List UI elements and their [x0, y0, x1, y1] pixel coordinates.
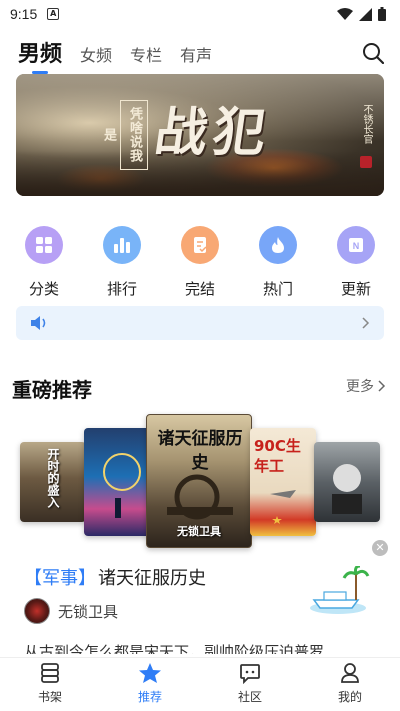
featured-book-title[interactable]: 【军事】 诸天征服历史 — [24, 564, 206, 590]
nav-bookshelf[interactable]: 书架 — [0, 658, 100, 711]
category-label: 完结 — [184, 280, 215, 298]
book-cover-featured[interactable]: 诸天征服历史 无锁卫具 — [146, 414, 252, 548]
bar-chart-icon — [103, 226, 141, 264]
speaker-icon — [31, 316, 46, 330]
category-hot[interactable]: 热门 — [250, 226, 306, 299]
book-title: 诸天征服历史 — [98, 568, 206, 589]
nav-label: 社区 — [237, 690, 262, 704]
category-ranking[interactable]: 排行 — [94, 226, 150, 299]
book-description: 从古到今怎么都是宋天下，副帅阶级压迫普罗 — [24, 643, 325, 654]
more-label: 更多 — [346, 379, 374, 395]
status-time: 9:15 — [10, 6, 38, 22]
banner-title: 战犯 — [151, 102, 276, 163]
category-finished[interactable]: 完结 — [172, 226, 228, 299]
notification-icon: A — [47, 8, 60, 20]
author-name: 无锁卫具 — [58, 602, 119, 621]
tab-female[interactable]: 女频 — [80, 42, 112, 74]
flame-icon — [259, 226, 297, 264]
grid-icon — [25, 226, 63, 264]
book-cover[interactable]: 开时的盛入 — [20, 442, 86, 522]
author-avatar — [24, 598, 50, 624]
category-classify[interactable]: 分类 — [16, 226, 72, 299]
nav-label: 推荐 — [137, 690, 162, 704]
cover-title: 开时的盛入 — [46, 448, 60, 508]
more-button[interactable]: 更多 — [346, 376, 386, 396]
book-cover[interactable]: 90C生年工 — [250, 428, 316, 536]
signal-icon — [359, 7, 372, 21]
category-label: 分类 — [28, 280, 59, 298]
cover-art — [332, 464, 362, 514]
close-icon[interactable]: ✕ — [372, 540, 388, 556]
svg-text:N: N — [353, 241, 360, 251]
cover-author: 无锁卫具 — [177, 525, 221, 538]
chevron-right-icon — [362, 317, 370, 329]
category-label: 热门 — [262, 280, 293, 298]
tab-male[interactable]: 男频 — [18, 36, 62, 74]
wifi-icon — [337, 7, 353, 20]
book-cover[interactable] — [314, 442, 380, 522]
nav-community[interactable]: 社区 — [200, 658, 300, 711]
nav-label: 我的 — [337, 690, 362, 704]
book-cover[interactable] — [84, 428, 150, 536]
nav-label: 书架 — [37, 690, 62, 704]
bottom-navigation: 书架 推荐 社区 我的 — [0, 657, 400, 711]
banner-seal — [360, 156, 372, 168]
status-icons — [337, 7, 386, 21]
channel-tabs: 男频 女频 专栏 有声 — [18, 30, 384, 74]
promo-banner[interactable]: 凭啥说我是 战犯 不锈长官 — [16, 74, 384, 196]
category-shortcuts: 分类 排行 完结 热门 N 更新 — [16, 226, 384, 299]
battery-icon — [378, 7, 386, 21]
search-icon[interactable] — [362, 42, 384, 64]
category-updates[interactable]: N 更新 — [328, 226, 384, 299]
announcement-bar[interactable] — [16, 306, 384, 340]
bookshelf-icon — [41, 663, 59, 683]
banner-subtitle: 凭啥说我是 — [101, 100, 148, 170]
status-bar: 9:15 A — [0, 0, 400, 28]
section-title: 重磅推荐 — [12, 378, 92, 402]
category-label: 更新 — [340, 280, 371, 298]
banner-author: 不锈长官 — [361, 104, 372, 144]
ship-illustration-icon — [310, 566, 370, 614]
tab-audio[interactable]: 有声 — [180, 42, 212, 74]
nav-recommend[interactable]: 推荐 — [100, 658, 200, 711]
cover-art — [270, 490, 296, 524]
chat-bubble-icon — [240, 664, 260, 684]
category-label: 排行 — [106, 280, 137, 298]
tab-column[interactable]: 专栏 — [130, 42, 162, 74]
profile-icon — [341, 663, 359, 683]
chevron-right-icon — [378, 380, 386, 392]
new-badge-icon: N — [337, 226, 375, 264]
star-icon — [139, 663, 161, 683]
author-row[interactable]: 无锁卫具 — [24, 598, 118, 624]
nav-mine[interactable]: 我的 — [300, 658, 400, 711]
book-genre-tag: 【军事】 — [24, 568, 96, 589]
document-check-icon — [181, 226, 219, 264]
cover-art — [103, 453, 141, 518]
